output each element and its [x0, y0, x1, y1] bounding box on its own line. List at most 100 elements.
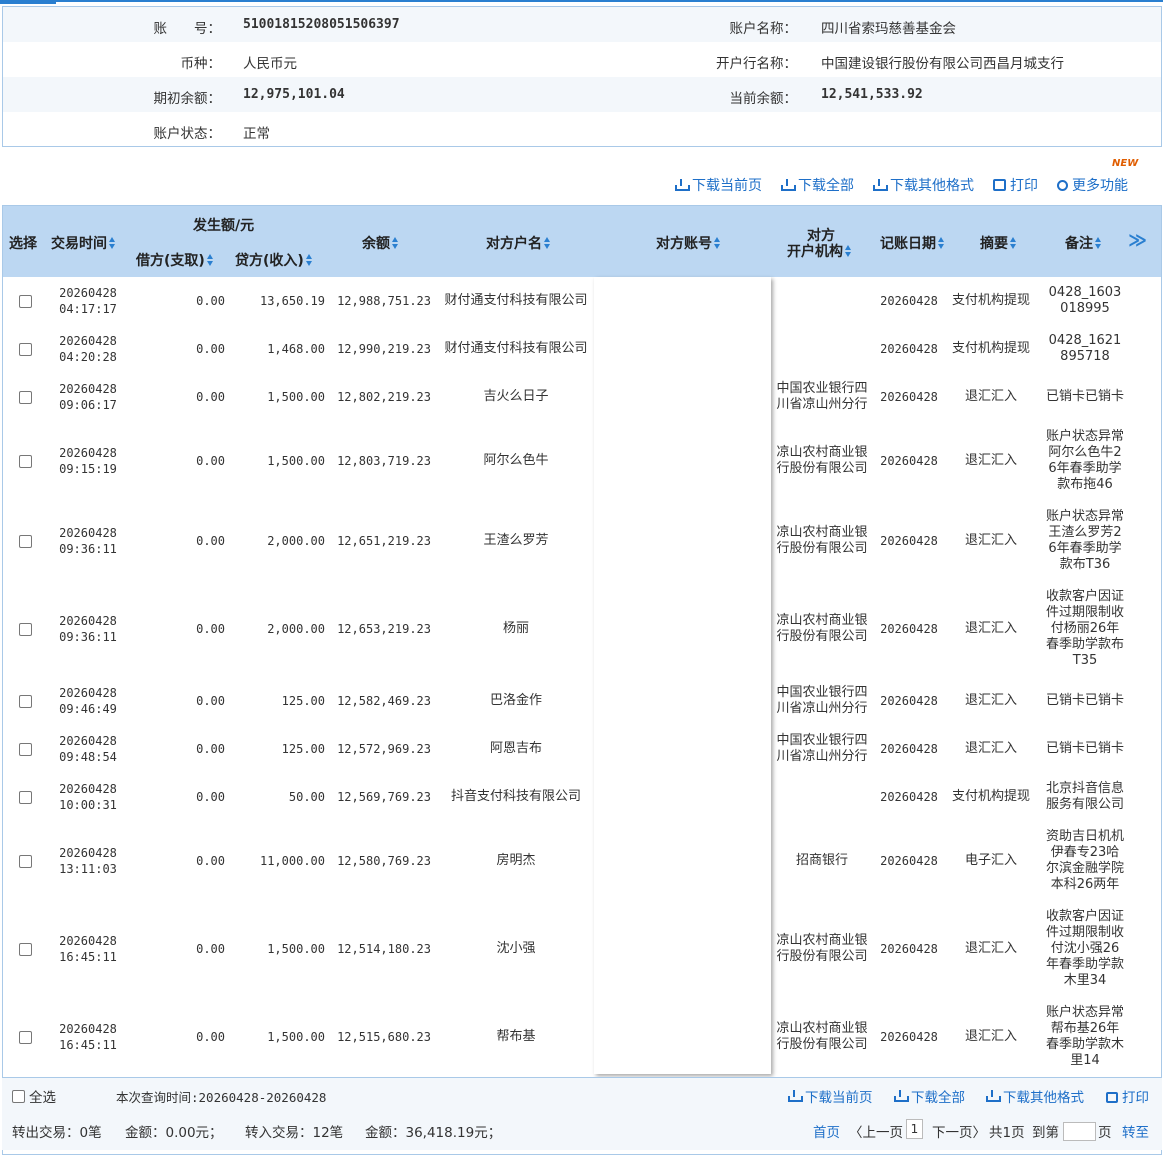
table-row[interactable]: 20260428 09:06:17 0.00 1,500.00 12,802,219.2…: [3, 373, 1161, 421]
row-checkbox[interactable]: [18, 534, 32, 548]
cell-debit: 0.00: [129, 373, 225, 421]
cell-balance: 12,580,769.23: [325, 821, 431, 901]
footer-download-page-button[interactable]: 下载当前页: [788, 1086, 873, 1106]
row-checkbox[interactable]: [18, 622, 32, 636]
row-checkbox[interactable]: [18, 854, 32, 868]
row-checkbox[interactable]: [18, 790, 32, 804]
footer-download-other-button[interactable]: 下载其他格式: [986, 1086, 1084, 1106]
cell-clock: 09:46:49: [59, 702, 117, 716]
cell-bank-text: 中国农业银行四川省凉山州分行: [776, 733, 868, 764]
header-remark[interactable]: 备注: [1065, 233, 1102, 253]
account-name-value: 四川省索玛慈善基金会: [821, 21, 956, 37]
footer-download-all-button[interactable]: 下载全部: [894, 1086, 965, 1106]
current-page: 1: [906, 1119, 923, 1139]
gear-icon: [1057, 180, 1068, 191]
download-all-button[interactable]: 下载全部: [781, 175, 854, 195]
row-checkbox[interactable]: [18, 942, 32, 956]
cell-post-text: 20260428: [880, 342, 938, 356]
cell-credit: 125.00: [225, 725, 325, 773]
more-columns-icon[interactable]: ≫: [1128, 230, 1147, 251]
download-other-button[interactable]: 下载其他格式: [873, 175, 974, 195]
cell-summary: 退汇汇入: [951, 997, 1031, 1077]
table-row[interactable]: 20260428 09:15:19 0.00 1,500.00 12,803,719.2…: [3, 421, 1161, 501]
row-select-cell: [3, 725, 47, 773]
header-posting-date[interactable]: 记账日期: [880, 233, 945, 253]
goto-prefix: 到第: [1032, 1125, 1059, 1141]
row-checkbox[interactable]: [18, 742, 32, 756]
header-credit-label: 贷方(收入): [235, 253, 304, 269]
prev-page-link[interactable]: 〈上一页: [849, 1121, 903, 1141]
row-select-cell: [3, 501, 47, 581]
row-checkbox[interactable]: [18, 342, 32, 356]
cell-post-text: 20260428: [880, 454, 938, 468]
header-counterparty-account[interactable]: 对方账号: [656, 233, 721, 253]
row-checkbox[interactable]: [18, 1030, 32, 1044]
cell-remark: 账户状态异常帮布基26年春季助学款木里14: [1045, 997, 1125, 1077]
table-row[interactable]: 20260428 13:11:03 0.00 11,000.00 12,580,769.…: [3, 821, 1161, 901]
header-summary[interactable]: 摘要: [980, 233, 1017, 253]
row-checkbox[interactable]: [18, 390, 32, 404]
cell-name-text: 阿尔么色牛: [483, 453, 549, 468]
more-functions-button[interactable]: 更多功能: [1057, 175, 1128, 195]
cell-time: 20260428 09:06:17: [47, 373, 129, 421]
cell-summary-text: 电子汇入: [964, 853, 1017, 868]
table-row[interactable]: 20260428 09:36:11 0.00 2,000.00 12,651,219.2…: [3, 501, 1161, 581]
cell-bank: 凉山农村商业银行股份有限公司: [775, 901, 869, 997]
cell-credit-text: 125.00: [281, 742, 325, 756]
header-time[interactable]: 交易时间: [51, 233, 116, 253]
table-row[interactable]: 20260428 09:48:54 0.00 125.00 12,572,969.23 阿…: [3, 725, 1161, 773]
header-balance[interactable]: 余额: [362, 233, 399, 253]
select-all-checkbox[interactable]: [12, 1090, 25, 1103]
table-row[interactable]: 20260428 09:36:11 0.00 2,000.00 12,653,219.2…: [3, 581, 1161, 677]
download-icon: [788, 1090, 803, 1102]
cell-date: 20260428: [59, 734, 117, 748]
cell-debit-text: 0.00: [196, 390, 225, 404]
row-checkbox[interactable]: [18, 694, 32, 708]
cell-bank: [775, 277, 869, 325]
table-row[interactable]: 20260428 16:45:11 0.00 1,500.00 12,514,180.2…: [3, 901, 1161, 997]
cell-remark-text: 收款客户因证件过期限制收付沈小强26年春季助学款木里34: [1045, 909, 1124, 988]
active-tab-indicator: [0, 0, 56, 4]
cell-debit-text: 0.00: [196, 622, 225, 636]
cell-credit-text: 1,500.00: [267, 1030, 325, 1044]
cell-credit: 1,500.00: [225, 373, 325, 421]
cell-balance: 12,802,219.23: [325, 373, 431, 421]
sort-icon: [1095, 237, 1102, 249]
header-counterparty-bank[interactable]: 开户机构: [787, 241, 852, 261]
header-debit[interactable]: 借方(支取): [136, 250, 214, 270]
next-page-link[interactable]: 下一页〉: [932, 1121, 986, 1141]
cell-credit-text: 1,500.00: [267, 454, 325, 468]
table-row[interactable]: 20260428 04:17:17 0.00 13,650.19 12,988,751.…: [3, 277, 1161, 325]
cell-balance-text: 12,988,751.23: [337, 294, 431, 308]
row-checkbox[interactable]: [18, 454, 32, 468]
cell-credit: 2,000.00: [225, 581, 325, 677]
cell-name: 沈小强: [441, 901, 591, 997]
cell-name: 财付通支付科技有限公司: [441, 325, 591, 373]
footer-print-button[interactable]: 打印: [1106, 1086, 1149, 1106]
goto-button[interactable]: 转至: [1122, 1121, 1149, 1141]
cell-debit: 0.00: [129, 821, 225, 901]
cell-summary-text: 支付机构提现: [951, 341, 1030, 356]
cell-clock: 13:11:03: [59, 862, 117, 876]
download-icon: [675, 179, 690, 191]
footer-download-other-label: 下载其他格式: [1003, 1090, 1084, 1106]
cell-time: 20260428 16:45:11: [47, 997, 129, 1077]
table-row[interactable]: 20260428 10:00:31 0.00 50.00 12,569,769.23 抖音…: [3, 773, 1161, 821]
table-row[interactable]: 20260428 04:20:28 0.00 1,468.00 12,990,219.2…: [3, 325, 1161, 373]
download-page-button[interactable]: 下载当前页: [675, 175, 762, 195]
first-page-link[interactable]: 首页: [813, 1121, 840, 1141]
print-button[interactable]: 打印: [993, 175, 1038, 195]
row-select-cell: [3, 821, 47, 901]
currency-label: 币种：: [180, 56, 222, 72]
account-no-value: 51001815208051506397: [243, 17, 400, 32]
goto-page-input[interactable]: [1063, 1122, 1096, 1141]
select-all-control[interactable]: 全选: [12, 1086, 56, 1106]
header-select: 选择: [9, 236, 37, 252]
cell-summary: 支付机构提现: [951, 773, 1031, 821]
row-checkbox[interactable]: [18, 294, 32, 308]
header-credit[interactable]: 贷方(收入): [235, 250, 313, 270]
table-row[interactable]: 20260428 16:45:11 0.00 1,500.00 12,515,680.2…: [3, 997, 1161, 1077]
header-counterparty-name[interactable]: 对方户名: [486, 233, 551, 253]
table-row[interactable]: 20260428 09:46:49 0.00 125.00 12,582,469.23 巴…: [3, 677, 1161, 725]
cell-credit: 2,000.00: [225, 501, 325, 581]
